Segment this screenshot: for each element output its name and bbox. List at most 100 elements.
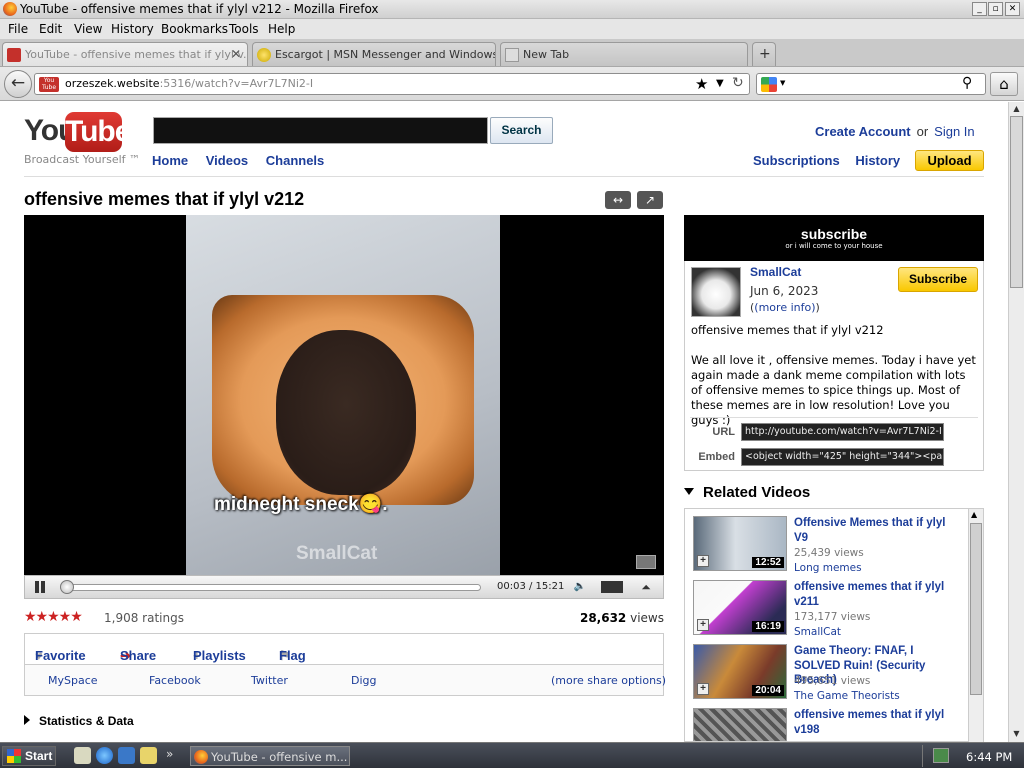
related-scroll-thumb[interactable] (970, 523, 982, 695)
show-desktop-icon[interactable] (74, 747, 91, 764)
search-input[interactable] (153, 117, 488, 144)
nav-history[interactable]: History (855, 153, 900, 168)
menu-edit[interactable]: Edit (39, 22, 62, 36)
google-icon[interactable] (761, 77, 777, 92)
start-button[interactable]: Start (2, 746, 56, 766)
add-to-playlist-icon[interactable]: + (697, 683, 709, 695)
popout-icon[interactable]: ↗ (637, 191, 663, 209)
menu-tools[interactable]: Tools (229, 22, 259, 36)
back-button[interactable]: ← (4, 70, 32, 98)
taskbar-item-firefox[interactable]: YouTube - offensive m... (190, 746, 350, 766)
quicklaunch-overflow-icon[interactable]: » (166, 747, 173, 761)
quality-icon[interactable] (601, 581, 623, 593)
nav-subscriptions[interactable]: Subscriptions (753, 153, 840, 168)
menu-history[interactable]: History (111, 22, 154, 36)
reload-icon[interactable]: ↻ (732, 75, 744, 91)
minimize-button[interactable]: _ (972, 2, 987, 16)
navigation-toolbar: ← You Tube orzeszek.website:5316/watch?v=… (0, 67, 1024, 101)
scroll-up-icon[interactable]: ▲ (1010, 102, 1023, 115)
site-identity-icon[interactable]: You Tube (39, 77, 59, 92)
close-window-button[interactable]: ✕ (1005, 2, 1020, 16)
search-button[interactable]: Search (490, 117, 553, 144)
search-engine-box[interactable]: ▼ ⚲ (756, 73, 986, 95)
page-scroll-thumb[interactable] (1010, 116, 1023, 288)
progress-knob[interactable] (60, 580, 75, 594)
video-player[interactable]: midneght sneck😋. SmallCat (24, 215, 664, 575)
media-player-icon[interactable] (118, 747, 135, 764)
related-videos-heading[interactable]: Related Videos (684, 484, 810, 501)
window-titlebar[interactable]: YouTube - offensive memes that if ylyl v… (0, 0, 1024, 19)
video-thumbnail[interactable]: + 12:52 (693, 516, 787, 571)
home-button[interactable]: ⌂ (990, 72, 1018, 96)
bookmark-star-icon[interactable]: ★ (695, 75, 708, 93)
related-scrollbar[interactable]: ▲ (968, 509, 983, 742)
related-user[interactable]: SmallCat (794, 626, 841, 638)
related-user[interactable]: The Game Theorists (794, 690, 900, 702)
search-magnifier-icon[interactable]: ⚲ (962, 75, 972, 91)
share-twitter[interactable]: Twitter (251, 674, 288, 687)
related-title[interactable]: offensive memes that if ylyl v198 (794, 708, 954, 737)
page-scrollbar[interactable]: ▲ ▼ (1008, 102, 1024, 742)
player-controls: 00:03 / 15:21 🔈 ⏶ (24, 575, 664, 599)
embed-field[interactable]: <object width="425" height="344"><param (741, 448, 944, 466)
share-myspace[interactable]: MySpace (48, 674, 98, 687)
rating-stars[interactable]: ★★★★★ (24, 609, 83, 625)
list-item[interactable]: offensive memes that if ylyl v198 (693, 706, 963, 741)
menu-view[interactable]: View (74, 22, 102, 36)
related-videos-list: + 12:52 Offensive Memes that if ylyl V9 … (684, 508, 984, 742)
pause-icon[interactable] (34, 581, 46, 593)
create-account-link[interactable]: Create Account (815, 124, 911, 139)
url-bar[interactable]: You Tube orzeszek.website:5316/watch?v=Av… (34, 73, 750, 95)
internet-explorer-icon[interactable] (96, 747, 113, 764)
menu-help[interactable]: Help (268, 22, 295, 36)
maximize-button[interactable]: ▫ (988, 2, 1003, 16)
close-tab-icon[interactable]: ✕ (231, 47, 241, 61)
video-thumbnail[interactable] (693, 708, 787, 741)
share-facebook[interactable]: Facebook (149, 674, 201, 687)
subscribe-button[interactable]: Subscribe (898, 267, 978, 292)
fullscreen-icon[interactable]: ⏶ (635, 578, 657, 596)
add-to-playlist-icon[interactable]: + (697, 619, 709, 631)
nav-videos[interactable]: Videos (206, 153, 248, 168)
explorer-icon[interactable] (140, 747, 157, 764)
related-title[interactable]: Offensive Memes that if ylyl V9 (794, 516, 954, 545)
list-item[interactable]: + 20:04 Game Theory: FNAF, I SOLVED Ruin… (693, 642, 963, 702)
nav-home[interactable]: Home (152, 153, 188, 168)
more-share-options[interactable]: (more share options) (551, 674, 666, 687)
upload-button[interactable]: Upload (915, 150, 984, 171)
list-item[interactable]: + 16:19 offensive memes that if ylyl v21… (693, 578, 963, 638)
sign-in-link[interactable]: Sign In (934, 124, 974, 139)
video-thumbnail[interactable]: + 16:19 (693, 580, 787, 635)
menu-file[interactable]: File (8, 22, 28, 36)
menu-bookmarks[interactable]: Bookmarks (161, 22, 228, 36)
more-info-link[interactable]: ((more info)) (750, 301, 820, 314)
related-title[interactable]: offensive memes that if ylyl v211 (794, 580, 954, 609)
url-label: URL (712, 426, 735, 438)
scroll-up-icon[interactable]: ▲ (971, 510, 977, 519)
statistics-toggle[interactable]: Statistics & Data (24, 714, 134, 728)
new-tab-button[interactable]: + (752, 42, 776, 66)
nav-channels[interactable]: Channels (266, 153, 325, 168)
tab-youtube[interactable]: YouTube - offensive memes that if ylyl v… (2, 42, 248, 66)
volume-icon[interactable]: 🔈 (569, 578, 591, 596)
engine-dropdown-icon[interactable]: ▼ (780, 79, 785, 87)
tab-escargot[interactable]: Escargot | MSN Messenger and Windows ... (252, 42, 496, 66)
avatar[interactable] (691, 267, 741, 317)
youtube-logo[interactable]: You Tube (24, 112, 131, 152)
add-to-playlist-icon[interactable]: + (697, 555, 709, 567)
list-item[interactable]: + 12:52 Offensive Memes that if ylyl V9 … (693, 514, 963, 574)
channel-name[interactable]: SmallCat (750, 265, 801, 279)
url-field[interactable]: http://youtube.com/watch?v=Avr7L7Ni2-I (741, 423, 944, 441)
video-thumbnail[interactable]: + 20:04 (693, 644, 787, 699)
channel-banner: subscribe or i will come to your house (684, 215, 984, 261)
progress-track[interactable] (65, 584, 481, 591)
network-icon[interactable] (933, 748, 949, 763)
share-digg[interactable]: Digg (351, 674, 377, 687)
expand-player-icon[interactable]: ↔ (605, 191, 631, 209)
annotation-icon[interactable] (636, 555, 656, 569)
history-dropdown-icon[interactable]: ▼ (716, 78, 724, 89)
expand-triangle-icon (24, 715, 30, 725)
tab-new[interactable]: New Tab (500, 42, 748, 66)
scroll-down-icon[interactable]: ▼ (1010, 727, 1023, 740)
related-user[interactable]: Long memes (794, 562, 862, 574)
